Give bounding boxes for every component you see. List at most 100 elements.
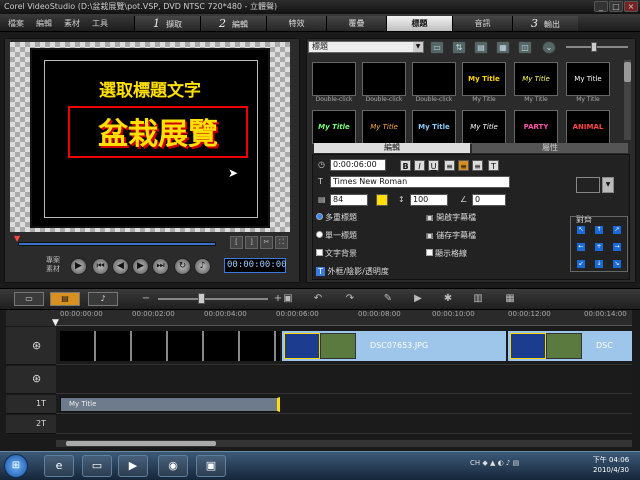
menu-tools[interactable]: 工具 [92, 18, 108, 29]
title-clip[interactable]: My Title [60, 397, 280, 412]
align-left-icon[interactable]: ← [577, 243, 585, 251]
title-track-2-header[interactable]: 2T [6, 415, 56, 434]
step-title[interactable]: 標題 [386, 16, 452, 31]
italic-button[interactable]: I [414, 160, 425, 171]
text-background-checkbox[interactable]: 文字背景 [316, 248, 357, 259]
explorer-icon[interactable]: ▭ [82, 455, 112, 477]
title-template-thumb[interactable]: ANIMAL [566, 110, 610, 144]
angle-field[interactable]: 0 [472, 194, 506, 206]
gallery-scroll-thumb[interactable] [624, 62, 631, 82]
radio-multi-title[interactable]: 多重標題 [316, 212, 357, 223]
video-icon[interactable]: ▶ [410, 292, 426, 306]
media-player-icon[interactable]: ▶ [118, 455, 148, 477]
title-template-thumb[interactable]: My Title [514, 62, 558, 96]
storyboard-view-button[interactable]: ▭ [14, 292, 44, 306]
align-center-icon[interactable]: + [595, 243, 603, 251]
preview-title-line1[interactable]: 選取標題文字 [30, 76, 270, 101]
chevron-down-icon[interactable]: ▼ [602, 177, 614, 193]
line-spacing-field[interactable]: 100 [410, 194, 448, 206]
zoom-out-icon[interactable]: − [138, 292, 154, 306]
language-indicator[interactable]: CH [470, 459, 480, 467]
title-track-2[interactable] [56, 415, 632, 434]
repeat-icon[interactable]: ↻ [174, 258, 191, 275]
step-audio[interactable]: 音訊 [452, 16, 512, 31]
align-bottom-icon[interactable]: ↓ [595, 260, 603, 268]
overlay-track[interactable] [56, 366, 632, 394]
font-select[interactable]: Times New Roman [330, 176, 510, 188]
preview-scrubber[interactable] [18, 242, 216, 246]
chapter-icon[interactable]: ✱ [440, 292, 456, 306]
align-right-button[interactable]: ≡ [472, 160, 483, 171]
save-subtitle-button[interactable]: ▣ 儲存字幕檔 [426, 230, 476, 241]
preview-title-line2[interactable]: 盆栽展覽 [68, 109, 248, 153]
border-shadow-button[interactable]: T 外框/陰影/透明度 [316, 266, 389, 277]
title-template-thumb[interactable] [412, 62, 456, 96]
align-left-button[interactable]: ≡ [444, 160, 455, 171]
mark-in-button[interactable]: [ [230, 236, 243, 249]
color-swatch[interactable] [376, 194, 388, 206]
audio-view-button[interactable]: ♪ [88, 292, 118, 306]
align-right-icon[interactable]: → [613, 243, 621, 251]
end-button[interactable]: ⏭ [152, 258, 169, 275]
menu-clip[interactable]: 素材 [64, 18, 80, 29]
timeline-zoom-knob[interactable] [198, 293, 205, 304]
media-filter-icon[interactable]: ▦ [496, 41, 510, 54]
clock[interactable]: 下午 04:06 2010/4/30 [586, 455, 636, 475]
title-template-thumb[interactable]: My Title [462, 62, 506, 96]
align-top-left-icon[interactable]: ↖ [577, 226, 585, 234]
align-top-icon[interactable]: ↑ [595, 226, 603, 234]
maximize-button[interactable]: □ [609, 1, 623, 12]
library-category-select[interactable]: 標題 ▼ [308, 41, 424, 53]
title-clip-blank[interactable] [60, 331, 280, 361]
radio-single-title[interactable]: 單一標題 [316, 230, 357, 241]
timeline-zoom-slider[interactable] [158, 298, 268, 300]
overlay-track-header[interactable]: ⊛ [6, 366, 56, 394]
title-template-thumb[interactable] [362, 62, 406, 96]
expand-options-icon[interactable]: ⌄ [542, 41, 556, 54]
timeline-scroll-thumb[interactable] [66, 441, 216, 446]
firefox-icon[interactable]: ◉ [158, 455, 188, 477]
insert-media-icon[interactable]: ▣ [280, 292, 296, 306]
folder-icon[interactable]: ▭ [430, 41, 444, 54]
bold-button[interactable]: B [400, 160, 411, 171]
videostudio-icon[interactable]: ▣ [196, 455, 226, 477]
minimize-button[interactable]: _ [594, 1, 608, 12]
duration-field[interactable]: 0:00:06:00 [330, 159, 386, 171]
step-edit[interactable]: 2 編輯 [200, 16, 266, 31]
step-overlay[interactable]: 覆疊 [326, 16, 386, 31]
redo-icon[interactable]: ↷ [342, 292, 358, 306]
underline-button[interactable]: U [428, 160, 439, 171]
menu-edit[interactable]: 編輯 [36, 18, 52, 29]
show-grid-checkbox[interactable]: 顯示格線 [426, 248, 467, 259]
options-icon[interactable]: ◫ [518, 41, 532, 54]
menu-file[interactable]: 檔案 [8, 18, 24, 29]
ie-icon[interactable]: e [44, 455, 74, 477]
title-template-thumb[interactable]: My Title [312, 110, 356, 144]
step-share[interactable]: 3 輸出 [512, 16, 578, 31]
tab-attribute[interactable]: 屬性 [472, 143, 628, 153]
sort-icon[interactable]: ⇅ [452, 41, 466, 54]
next-frame-button[interactable]: ▶ [132, 258, 149, 275]
align-bottom-left-icon[interactable]: ↙ [577, 260, 585, 268]
align-bottom-right-icon[interactable]: ↘ [613, 260, 621, 268]
title-template-thumb[interactable]: PARTY [514, 110, 558, 144]
thumbnail-zoom-knob[interactable] [591, 42, 597, 52]
timecode-display[interactable]: 00:00:00:00 [224, 258, 287, 273]
start-button[interactable]: ⊞ [4, 454, 28, 478]
library-manager-icon[interactable]: ▤ [474, 41, 488, 54]
play-button[interactable]: ▶ [70, 258, 87, 275]
title-track-1-header[interactable]: 1T [6, 395, 56, 414]
undo-icon[interactable]: ↶ [310, 292, 326, 306]
title-template-thumb[interactable]: My Title [412, 110, 456, 144]
title-template-thumb[interactable] [312, 62, 356, 96]
video-track-header[interactable]: ⊛ [6, 327, 56, 365]
align-center-button[interactable]: ≡ [458, 160, 469, 171]
step-effects[interactable]: 特效 [266, 16, 326, 31]
home-button[interactable]: ⏮ [92, 258, 109, 275]
close-button[interactable]: × [624, 1, 638, 12]
smart-proxy-icon[interactable]: ✎ [380, 292, 396, 306]
open-subtitle-button[interactable]: ▣ 開啟字幕檔 [426, 212, 476, 223]
font-size-field[interactable]: 84 [330, 194, 368, 206]
background-color-button[interactable] [576, 177, 600, 193]
thumbnail-zoom-slider[interactable] [566, 46, 628, 48]
